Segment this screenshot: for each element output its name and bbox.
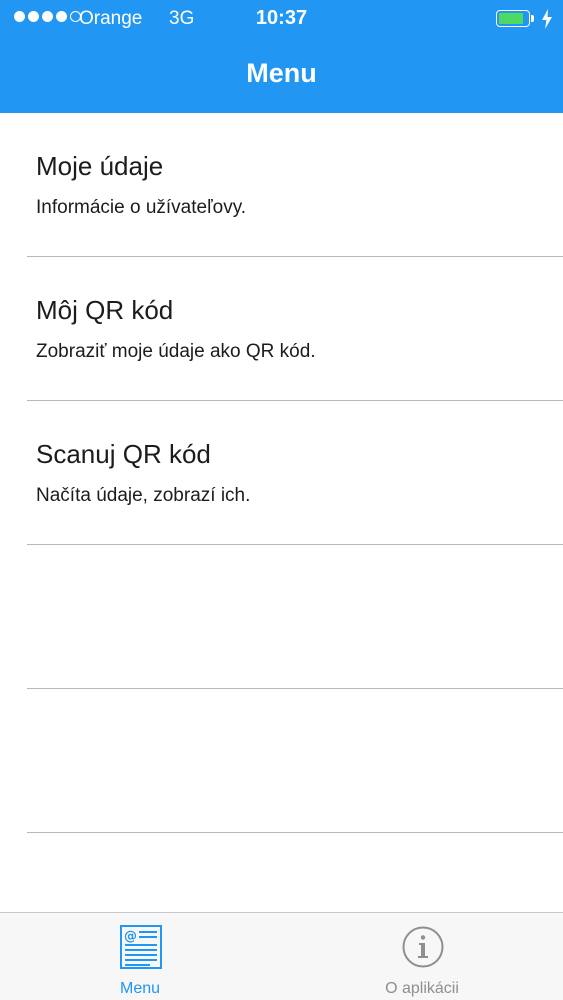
status-bar: Orange 3G 10:37 bbox=[0, 0, 563, 38]
menu-item-scanuj-qr-kod[interactable]: Scanuj QR kód Načíta údaje, zobrazí ich. bbox=[0, 401, 563, 545]
charging-bolt-icon bbox=[542, 9, 552, 29]
menu-item-subtitle: Zobraziť moje údaje ako QR kód. bbox=[36, 341, 316, 362]
app-screen: Orange 3G 10:37 Menu Moje údaje Informác… bbox=[0, 0, 563, 1000]
svg-text:@: @ bbox=[124, 929, 137, 944]
menu-item-moje-udaje[interactable]: Moje údaje Informácie o užívateľovy. bbox=[0, 113, 563, 257]
newspaper-icon: @ bbox=[120, 925, 162, 969]
menu-item-subtitle: Načíta údaje, zobrazí ich. bbox=[36, 485, 251, 506]
menu-item-subtitle: Informácie o užívateľovy. bbox=[36, 197, 247, 218]
menu-list: Moje údaje Informácie o užívateľovy. Môj… bbox=[0, 113, 563, 833]
menu-item-moj-qr-kod[interactable]: Môj QR kód Zobraziť moje údaje ako QR kó… bbox=[0, 257, 563, 401]
battery-icon bbox=[496, 10, 534, 27]
empty-row bbox=[0, 545, 563, 689]
nav-title: Menu bbox=[246, 58, 317, 88]
empty-row bbox=[0, 689, 563, 833]
top-bar: Orange 3G 10:37 Menu bbox=[0, 0, 563, 113]
menu-item-title: Scanuj QR kód bbox=[36, 439, 211, 469]
status-time: 10:37 bbox=[255, 7, 308, 29]
info-icon bbox=[402, 926, 444, 968]
menu-item-title: Môj QR kód bbox=[36, 295, 174, 325]
tab-bar: @ Menu O aplikácii bbox=[0, 912, 563, 1000]
tab-menu[interactable]: @ Menu bbox=[40, 913, 240, 1000]
tab-label: O aplikácii bbox=[385, 980, 459, 997]
menu-item-title: Moje údaje bbox=[36, 151, 164, 181]
row-divider bbox=[27, 832, 563, 833]
battery-fill bbox=[499, 13, 523, 24]
tab-o-aplikacii[interactable]: O aplikácii bbox=[322, 913, 522, 1000]
tab-label: Menu bbox=[119, 980, 161, 997]
